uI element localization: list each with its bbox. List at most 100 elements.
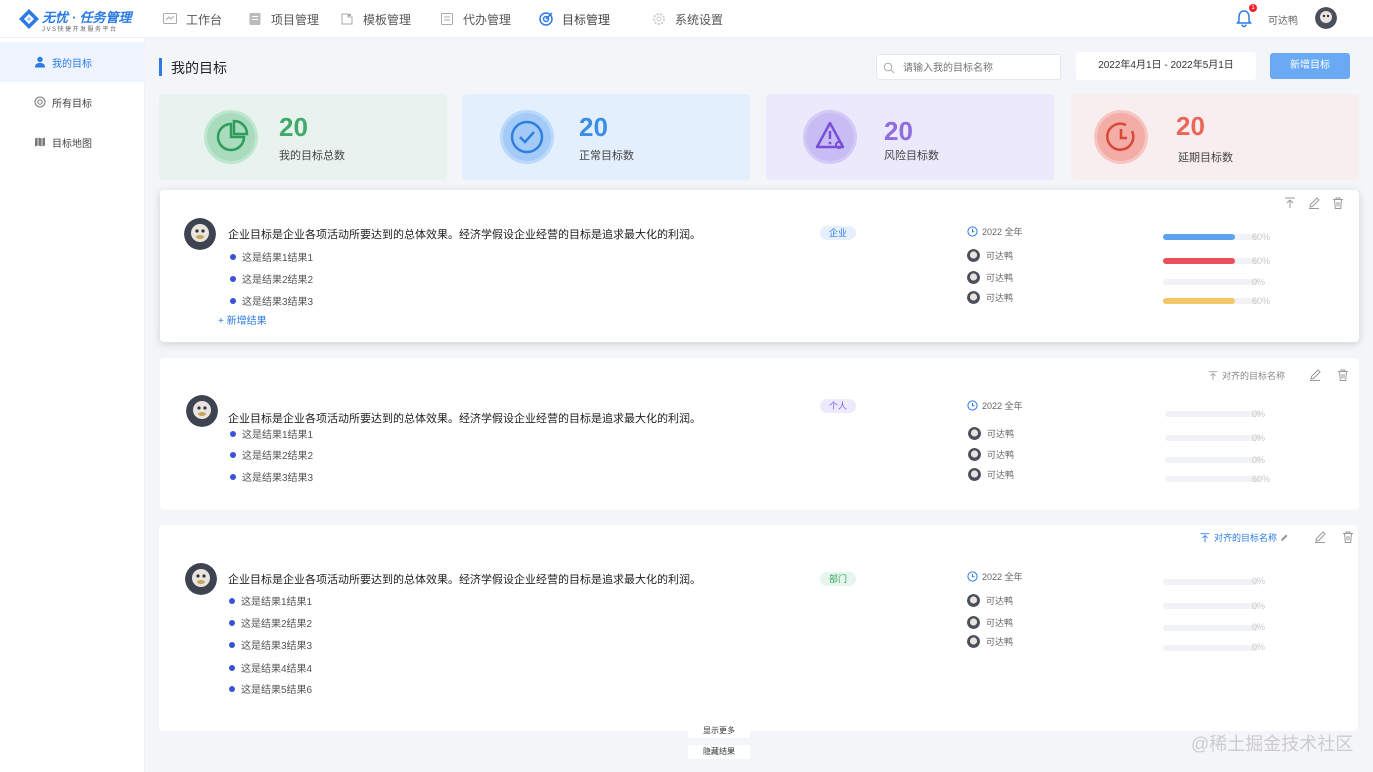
- owner-name: 可达鸭: [986, 596, 1014, 606]
- progress-bar: [1165, 435, 1261, 441]
- aligned-goal-link[interactable]: 对齐的目标名称: [1207, 369, 1285, 382]
- nav-project[interactable]: 项目管理: [247, 9, 319, 29]
- key-result-item[interactable]: 这是结果3结果3: [230, 293, 313, 308]
- delete-icon[interactable]: [1336, 368, 1350, 382]
- avatar: [967, 635, 980, 648]
- result-owner: 可达鸭: [967, 616, 1013, 629]
- aligned-goal-name: 对齐的目标名称: [1222, 371, 1286, 381]
- target-icon: [539, 12, 553, 26]
- edit-icon[interactable]: [1313, 530, 1327, 544]
- sidebar-item-all-goals[interactable]: 所有目标: [0, 82, 145, 122]
- avatar: [967, 271, 980, 284]
- pin-top-icon[interactable]: [1283, 196, 1297, 210]
- key-result-item[interactable]: 这是结果3结果3: [230, 469, 313, 484]
- key-result-text: 这是结果2结果2: [242, 451, 314, 462]
- owner-name: 可达鸭: [987, 470, 1015, 480]
- progress-bar: [1165, 457, 1261, 463]
- nav-project-label: 项目管理: [271, 12, 320, 27]
- avatar: [967, 616, 980, 629]
- result-owner: 可达鸭: [967, 249, 1013, 262]
- sidebar-item-label: 我的目标: [52, 58, 92, 70]
- stat-icon-bg: [500, 110, 554, 164]
- key-result-text: 这是结果2结果2: [241, 619, 313, 630]
- edit-icon[interactable]: [1308, 368, 1322, 382]
- progress-bar: [1165, 476, 1261, 482]
- avatar: [967, 291, 980, 304]
- key-result-item[interactable]: 这是结果2结果2: [229, 615, 312, 630]
- user-name[interactable]: 可达鸭: [1268, 12, 1298, 27]
- key-result-item[interactable]: 这是结果5结果6: [229, 681, 312, 696]
- progress-percent: 0%: [1252, 277, 1266, 287]
- bullet-icon: [230, 253, 236, 260]
- progress-percent: 60%: [1252, 256, 1271, 266]
- date-range-picker[interactable]: 2022年4月1日 - 2022年5月1日: [1076, 52, 1256, 80]
- show-more-button[interactable]: 显示更多: [688, 724, 750, 738]
- sidebar: 我的目标 所有目标 目标地图: [0, 38, 145, 772]
- key-result-item[interactable]: 这是结果4结果4: [229, 660, 312, 675]
- key-result-item[interactable]: 这是结果1结果1: [230, 426, 313, 441]
- edit-icon[interactable]: [1307, 196, 1321, 210]
- progress-percent: 0%: [1252, 576, 1266, 586]
- nav-dashboard-label: 工作台: [186, 12, 223, 27]
- sidebar-item-my-goals[interactable]: 我的目标: [0, 42, 145, 82]
- stat-card-risk: 20 风险目标数: [766, 94, 1054, 180]
- bullet-icon: [229, 619, 235, 626]
- progress-bar: [1163, 625, 1259, 631]
- goal-type-tag: 部门: [820, 572, 857, 586]
- nav-template[interactable]: 模板管理: [339, 9, 411, 29]
- result-owner: 可达鸭: [968, 427, 1014, 440]
- clock-icon: [967, 571, 978, 582]
- todo-icon: [441, 13, 453, 25]
- stat-card-delayed: 20 延期目标数: [1071, 94, 1359, 180]
- sidebar-item-goal-map[interactable]: 目标地图: [0, 122, 145, 162]
- align-top-icon: [1208, 370, 1218, 380]
- goal-card[interactable]: 企业目标是企业各项活动所要达到的总体效果。经济学假设企业经营的目标是追求最大化的…: [160, 358, 1359, 510]
- key-result-text: 这是结果3结果3: [241, 641, 313, 652]
- delete-icon[interactable]: [1331, 196, 1345, 210]
- stat-icon-bg: [1094, 110, 1148, 164]
- goal-card[interactable]: 企业目标是企业各项活动所要达到的总体效果。经济学假设企业经营的目标是追求最大化的…: [159, 525, 1358, 731]
- stat-label: 风险目标数: [884, 150, 939, 162]
- avatar: [186, 395, 218, 427]
- stat-value: 20: [579, 112, 608, 142]
- key-result-item[interactable]: 这是结果3结果3: [229, 637, 312, 652]
- avatar: [968, 448, 981, 461]
- goal-description: 企业目标是企业各项活动所要达到的总体效果。经济学假设企业经营的目标是追求最大化的…: [228, 574, 701, 586]
- period-text: 2022 全年: [982, 227, 1023, 237]
- period-text: 2022 全年: [982, 401, 1023, 411]
- key-result-text: 这是结果3结果3: [242, 297, 314, 308]
- add-goal-button[interactable]: 新增目标: [1270, 53, 1350, 79]
- hide-results-button[interactable]: 隐藏结果: [688, 745, 750, 759]
- notification-badge: 1: [1249, 4, 1257, 12]
- nav-settings[interactable]: 系统设置: [651, 9, 723, 29]
- progress-bar: [1163, 603, 1259, 609]
- aligned-goal-link[interactable]: 对齐的目标名称: [1199, 531, 1288, 544]
- avatar: [185, 563, 217, 595]
- owner-name: 可达鸭: [987, 429, 1015, 439]
- clock-icon: [967, 400, 978, 411]
- key-result-item[interactable]: 这是结果2结果2: [230, 271, 313, 286]
- key-result-item[interactable]: 这是结果1结果1: [229, 593, 312, 608]
- progress-fill: [1163, 258, 1235, 264]
- nav-target[interactable]: 目标管理: [538, 9, 610, 29]
- progress-bar: [1163, 298, 1259, 304]
- warning-icon: [806, 113, 854, 161]
- key-result-text: 这是结果5结果6: [241, 685, 313, 696]
- goal-card[interactable]: 企业目标是企业各项活动所要达到的总体效果。经济学假设企业经营的目标是追求最大化的…: [160, 190, 1359, 342]
- pencil-icon[interactable]: [1280, 534, 1288, 542]
- result-owner: 可达鸭: [967, 271, 1013, 284]
- goal-description: 企业目标是企业各项活动所要达到的总体效果。经济学假设企业经营的目标是追求最大化的…: [228, 413, 701, 425]
- search-input[interactable]: [903, 59, 1053, 77]
- avatar: [184, 218, 216, 250]
- app-logo[interactable]: 无忧 · 任务管理 JVS快捷开发服务平台: [18, 6, 148, 34]
- avatar[interactable]: [1315, 7, 1337, 29]
- nav-dashboard[interactable]: 工作台: [162, 9, 222, 29]
- key-result-item[interactable]: 这是结果2结果2: [230, 447, 313, 462]
- key-result-item[interactable]: 这是结果1结果1: [230, 249, 313, 264]
- result-owner: 可达鸭: [967, 594, 1013, 607]
- nav-todo[interactable]: 代办管理: [439, 9, 511, 29]
- search-box[interactable]: [876, 54, 1061, 80]
- delete-icon[interactable]: [1341, 530, 1355, 544]
- add-result-button[interactable]: + 新增结果: [218, 312, 267, 327]
- bullet-icon: [230, 430, 236, 437]
